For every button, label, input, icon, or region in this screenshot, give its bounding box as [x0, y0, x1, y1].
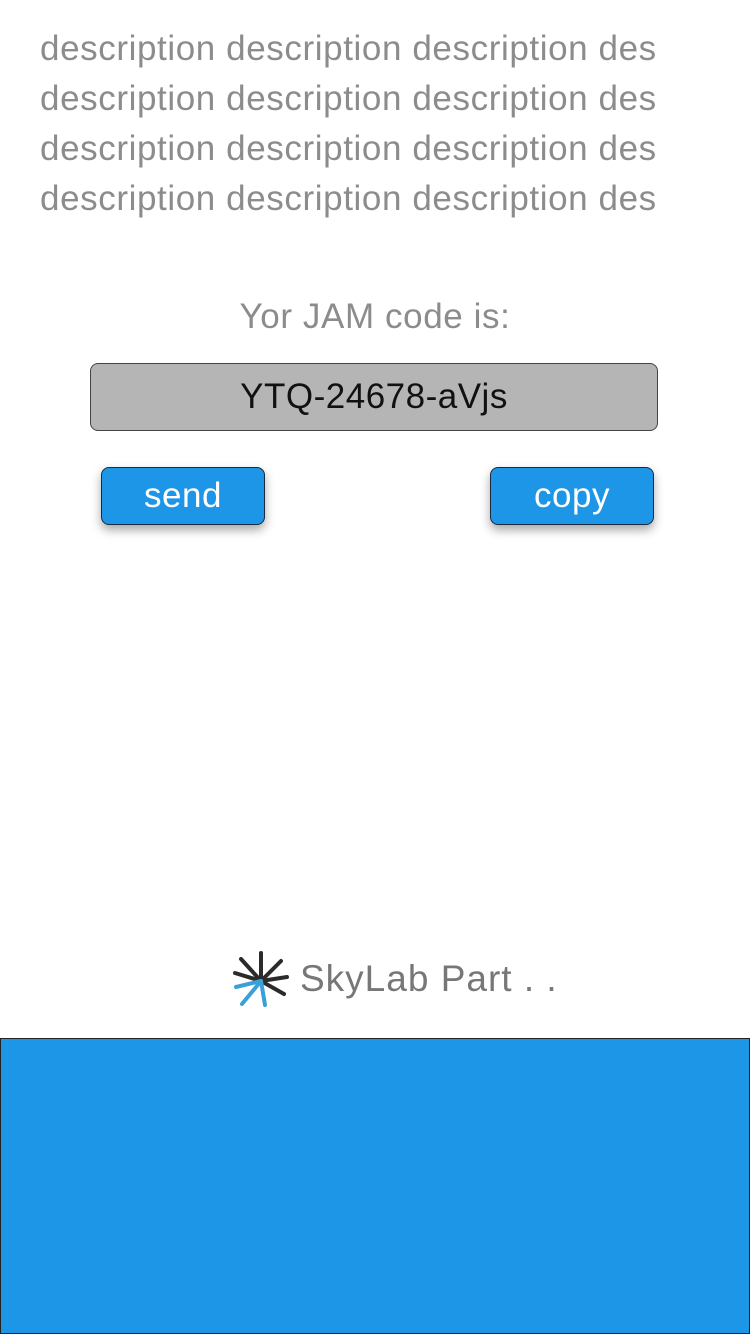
- description-line: description description description des: [40, 79, 657, 118]
- bottom-panel: [0, 1038, 750, 1334]
- brand-name: SkyLab Part . .: [300, 958, 558, 999]
- send-button-label: send: [144, 476, 222, 515]
- description-line: description description description des: [40, 129, 657, 168]
- jam-code-value: YTQ-24678-aVjs: [240, 377, 508, 416]
- description-line: description description description des: [40, 179, 657, 218]
- description-text: description description description des …: [40, 24, 710, 224]
- jam-code-screen: description description description des …: [0, 0, 750, 1334]
- jam-code-field[interactable]: YTQ-24678-aVjs: [90, 363, 658, 431]
- skylab-starburst-icon: [233, 951, 289, 1007]
- copy-button[interactable]: copy: [490, 467, 654, 525]
- send-button[interactable]: send: [101, 467, 265, 525]
- copy-button-label: copy: [534, 476, 610, 515]
- description-line: description description description des: [40, 29, 657, 68]
- jam-code-label: Yor JAM code is:: [239, 297, 511, 336]
- brand-footer: SkyLab Part . .: [232, 950, 558, 1008]
